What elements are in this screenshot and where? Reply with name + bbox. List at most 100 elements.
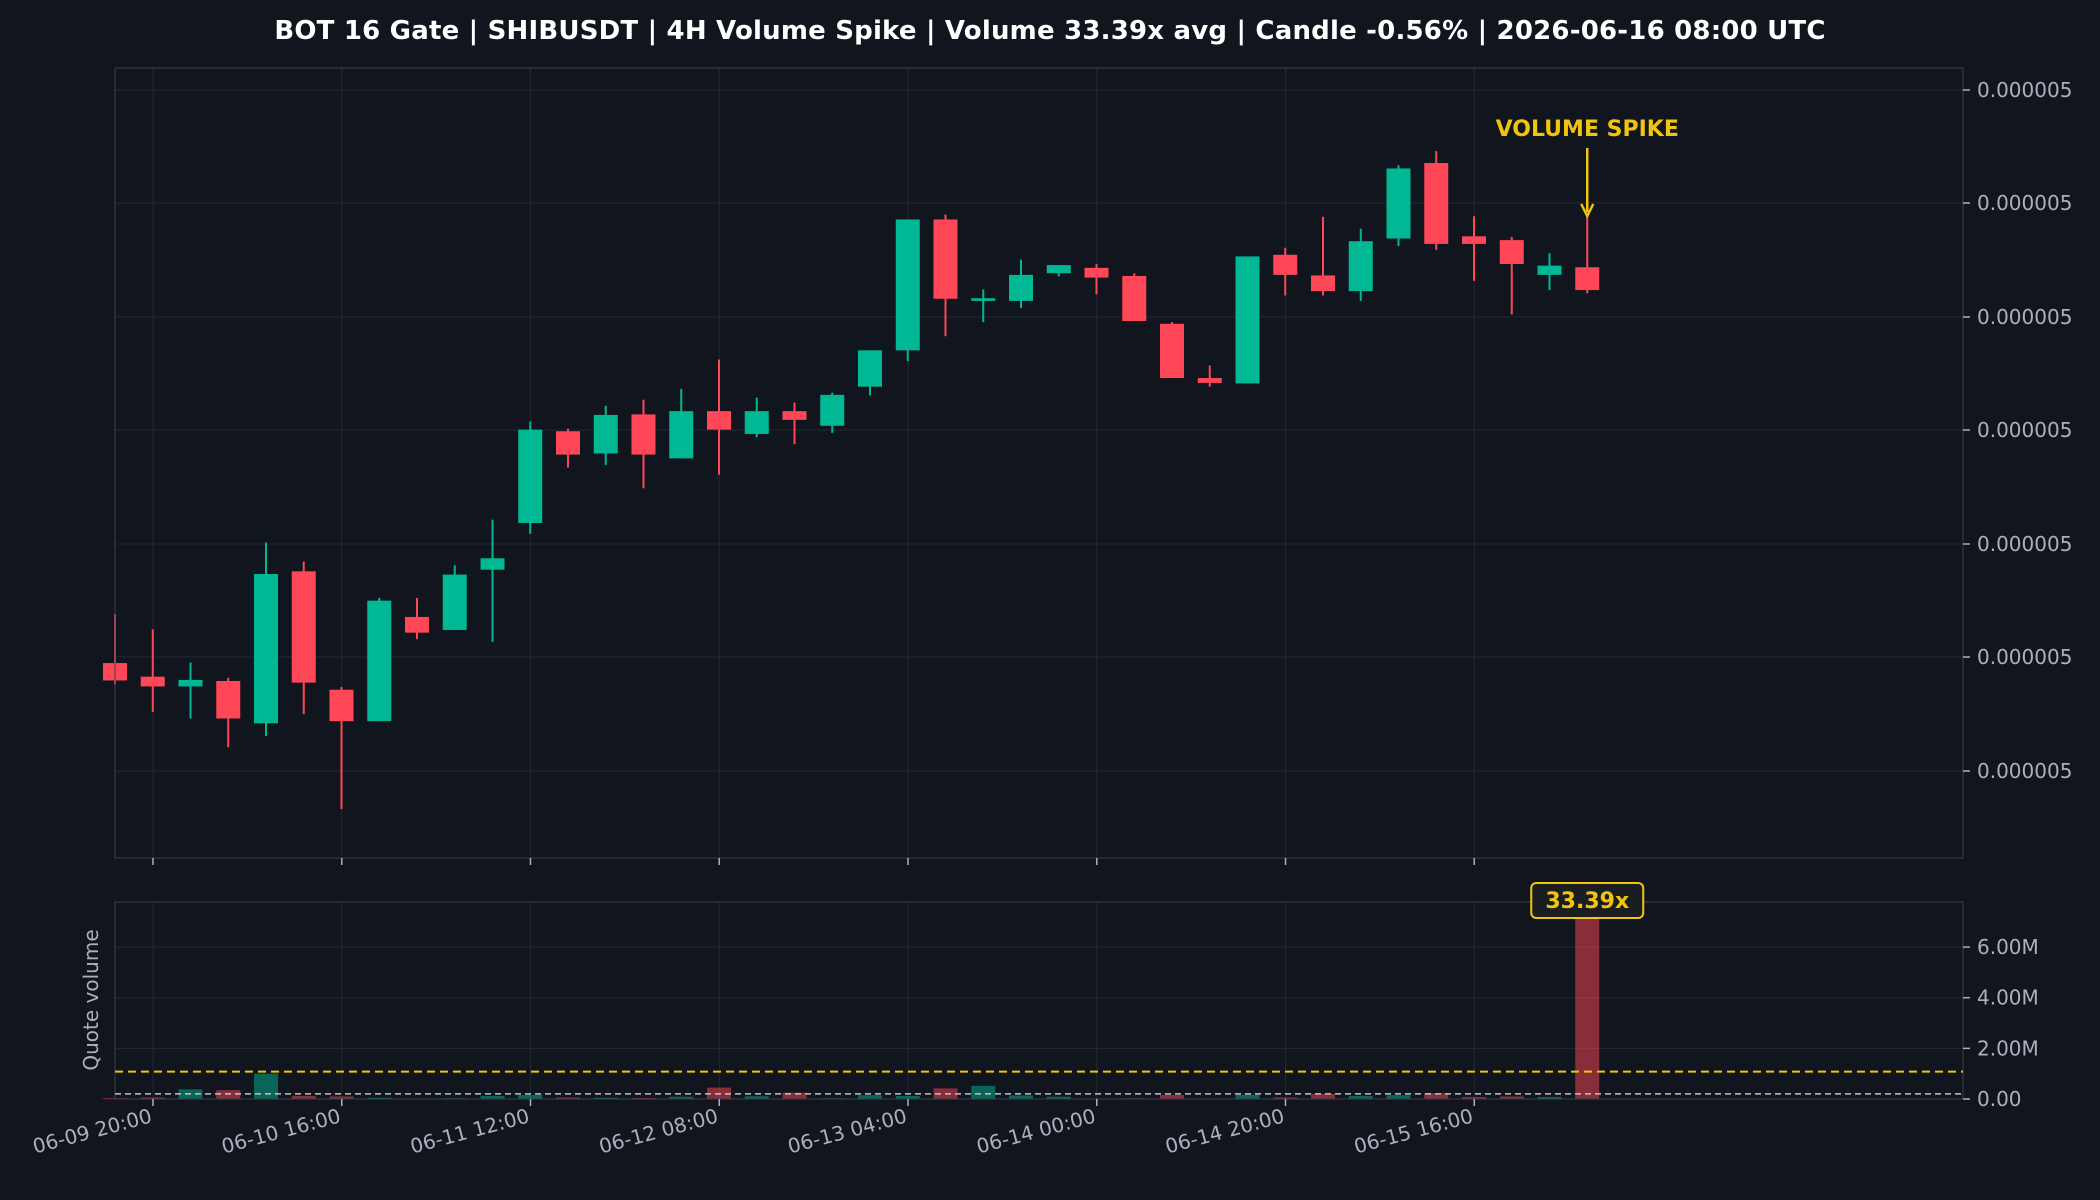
candle <box>631 399 656 489</box>
price-grid <box>115 68 1963 858</box>
candle <box>140 629 165 712</box>
price-y-tick-label: 0.000005 <box>1977 418 2072 442</box>
candle <box>518 421 543 534</box>
candle-body <box>1235 256 1260 384</box>
candle <box>442 565 467 630</box>
candle <box>1499 236 1524 315</box>
candle-body <box>820 394 845 426</box>
x-tick-label: 06-14 00:00 <box>974 1104 1098 1159</box>
candle <box>933 214 958 337</box>
candle-body <box>631 414 656 455</box>
candle <box>329 686 354 810</box>
volume-bars-layer <box>103 904 1600 1100</box>
candle-body <box>1537 265 1562 275</box>
candle-body <box>1462 236 1486 244</box>
volume-bar <box>858 1095 882 1099</box>
candle-body <box>216 680 241 719</box>
candle <box>820 392 845 433</box>
candle <box>405 597 429 640</box>
candle-body <box>1499 240 1524 265</box>
spike-badge-label: 33.39x <box>1545 889 1629 914</box>
candle-body <box>1197 378 1222 383</box>
candle <box>1122 273 1147 322</box>
candle-body <box>1160 323 1184 379</box>
price-y-tick-label: 0.000005 <box>1977 759 2072 783</box>
candle <box>1235 256 1260 384</box>
x-tick-label: 06-13 04:00 <box>785 1104 909 1159</box>
candle <box>593 405 618 465</box>
volume-bar <box>1575 904 1600 1099</box>
volume-panel-frame <box>114 901 1964 1100</box>
candle <box>254 542 278 736</box>
volume-bar <box>254 1073 278 1099</box>
candle-body <box>518 429 543 523</box>
candle <box>367 597 392 722</box>
volume-spike-annotation: VOLUME SPIKE <box>1496 117 1679 142</box>
volume-bar <box>1009 1095 1033 1099</box>
candle-body <box>1084 267 1109 278</box>
candle-body <box>1273 254 1298 275</box>
candle <box>1311 216 1335 296</box>
chart-canvas: 06-09 20:00 06-10 16:00 06-11 12:00 06-12 0… <box>30 67 2072 1159</box>
candle-body <box>1348 241 1373 292</box>
candle <box>1160 322 1184 379</box>
candle <box>556 428 580 468</box>
candle-body <box>329 689 354 722</box>
volume-bar <box>1160 1094 1184 1099</box>
volume-bar <box>1235 1094 1260 1099</box>
candle-body <box>556 431 580 455</box>
candle-body <box>1009 274 1033 301</box>
x-tick-label: 06-09 20:00 <box>30 1104 154 1159</box>
candle-body <box>895 219 920 351</box>
candle <box>895 219 920 362</box>
candle <box>216 677 241 748</box>
volume-axis-label: Quote volume <box>79 929 103 1070</box>
price-panel-frame <box>114 67 1964 859</box>
candle-body <box>140 676 165 687</box>
candle <box>1575 216 1600 294</box>
candle-body <box>405 616 429 633</box>
volume-y-tick-label: 2.00M <box>1977 1036 2039 1060</box>
candle <box>1386 165 1411 247</box>
volume-bar <box>1386 1095 1411 1099</box>
candle <box>707 359 731 475</box>
candle <box>1197 365 1222 387</box>
candle <box>669 388 694 459</box>
volume-y-tick-label: 4.00M <box>1977 986 2039 1010</box>
candle-body <box>1386 168 1411 239</box>
x-tick-label: 06-14 20:00 <box>1163 1104 1287 1159</box>
candle-body <box>178 679 203 687</box>
candle <box>1084 264 1109 295</box>
candle <box>178 662 203 719</box>
volume-y-tick-label: 0.00 <box>1977 1087 2022 1111</box>
candle-body <box>254 574 278 724</box>
volume-bar <box>1311 1093 1335 1099</box>
candle-body <box>1122 275 1147 322</box>
candle <box>291 561 316 715</box>
candle-body <box>707 411 731 430</box>
candle-body <box>744 411 769 434</box>
candle <box>1273 247 1298 296</box>
candle-body <box>933 219 958 299</box>
candle <box>1046 265 1071 277</box>
price-y-tick-label: 0.000005 <box>1977 78 2072 102</box>
x-tick-label: 06-15 16:00 <box>1351 1104 1475 1159</box>
candle-body <box>971 298 996 301</box>
price-y-tick-label: 0.000005 <box>1977 532 2072 556</box>
candle <box>1009 259 1033 308</box>
candle-body <box>1311 275 1335 292</box>
x-tick-label: 06-12 08:00 <box>596 1104 720 1159</box>
candle-body <box>442 574 467 630</box>
volume-y-tick-label: 6.00M <box>1977 935 2039 959</box>
candle <box>782 402 807 445</box>
volume-bar <box>518 1094 543 1099</box>
candle <box>858 350 882 396</box>
candle-body <box>593 414 618 454</box>
volume-grid <box>115 902 1963 1100</box>
price-y-tick-label: 0.000005 <box>1977 191 2072 215</box>
candle-body <box>1424 163 1449 244</box>
candle-body <box>669 411 694 459</box>
candle <box>1348 228 1373 301</box>
candle-body <box>480 558 505 570</box>
candle-body <box>1046 265 1071 274</box>
